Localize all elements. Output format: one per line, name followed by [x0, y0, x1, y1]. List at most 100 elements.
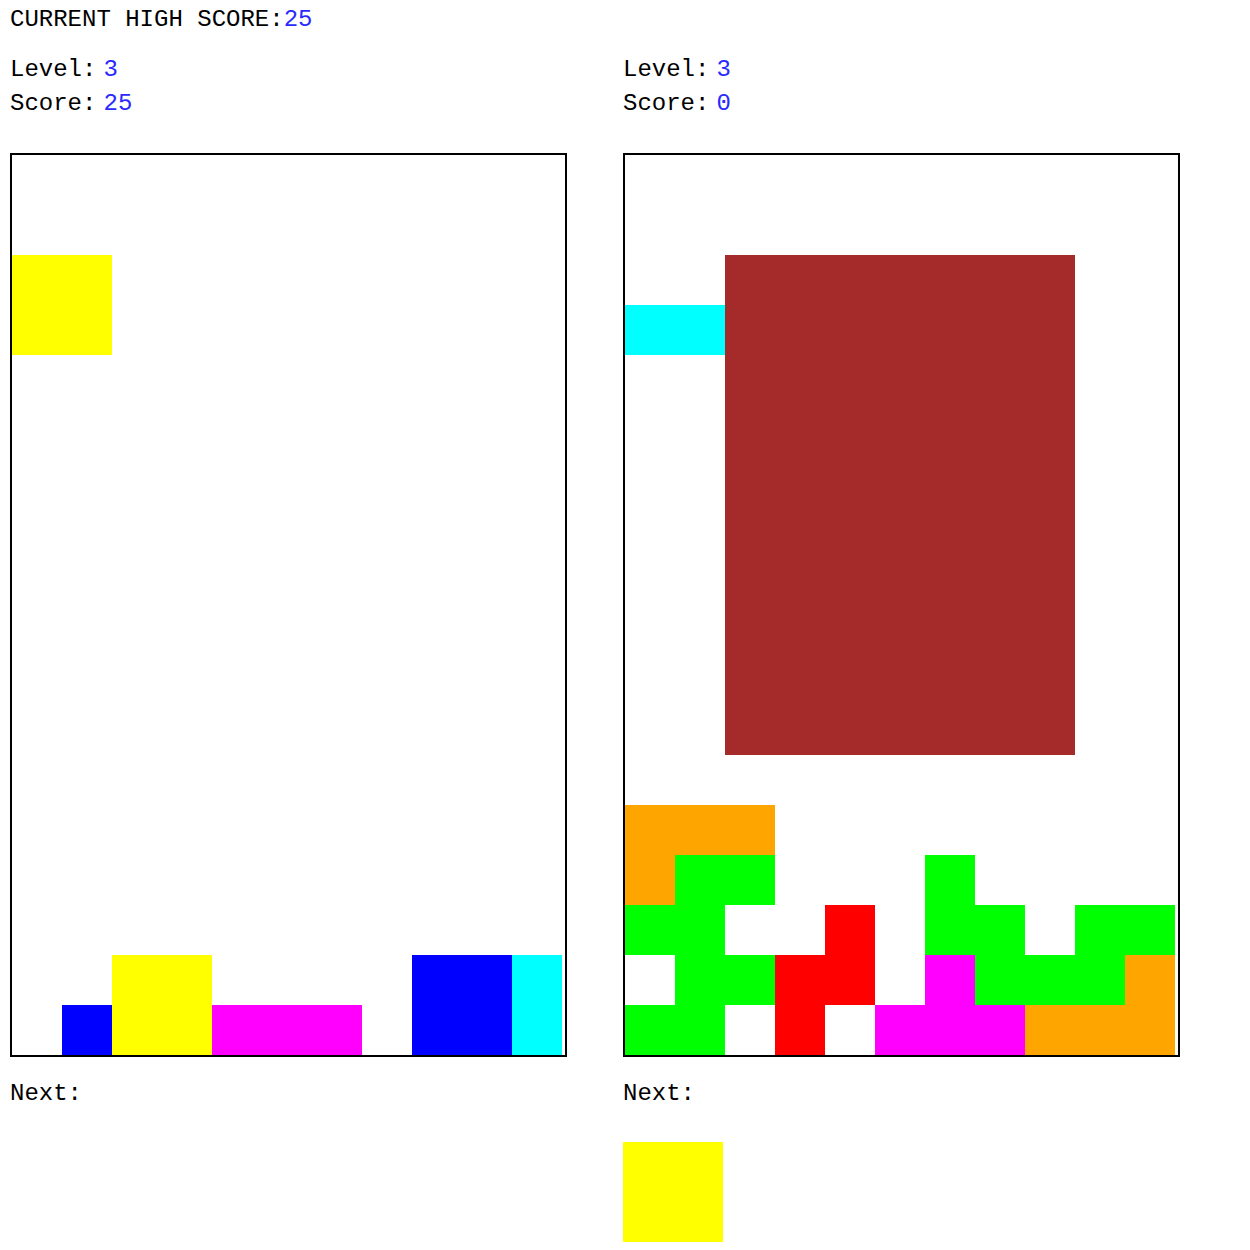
board-cell [775, 1005, 825, 1055]
board-cell [1075, 855, 1125, 905]
board-cell [825, 1005, 875, 1055]
board-cell [975, 855, 1025, 905]
board-cell [362, 755, 412, 805]
level-line: Level:3 [623, 53, 1180, 87]
board-cell [675, 805, 725, 855]
board-cell [62, 355, 112, 405]
board-cell [312, 955, 362, 1005]
board-cell [975, 905, 1025, 955]
board-cell [362, 805, 412, 855]
board-cell [975, 805, 1025, 855]
board-cell [162, 905, 212, 955]
board-cell [212, 305, 262, 355]
board-cell [975, 255, 1025, 305]
board-cell [625, 205, 675, 255]
board-cell [212, 805, 262, 855]
board-cell [62, 905, 112, 955]
board-cell [362, 405, 412, 455]
board-cell [62, 855, 112, 905]
board-cell [62, 305, 112, 355]
board-cell [62, 1005, 112, 1055]
board-cell [725, 755, 775, 805]
board-cell [1125, 1005, 1175, 1055]
high-score: CURRENT HIGH SCORE:25 [10, 5, 1240, 35]
board-cell [412, 855, 462, 905]
board-cell [625, 655, 675, 705]
board-cell [112, 455, 162, 505]
board-cell [1075, 155, 1125, 205]
board-cell [1075, 1005, 1125, 1055]
board-cell [412, 355, 462, 405]
board-cell [112, 855, 162, 905]
game-board[interactable] [623, 153, 1180, 1057]
board-cell [412, 905, 462, 955]
board-cell [112, 605, 162, 655]
next-label: Next: [10, 1079, 567, 1109]
board-cell [462, 355, 512, 405]
board-cell [1025, 405, 1075, 455]
board-cell [412, 505, 462, 555]
board-cell [775, 155, 825, 205]
board-cell [512, 755, 562, 805]
board-cell [362, 855, 412, 905]
board-cell [725, 155, 775, 205]
board-cell [112, 705, 162, 755]
board-cell [62, 755, 112, 805]
board-cell [512, 455, 562, 505]
board-cell [262, 455, 312, 505]
board-cell [975, 505, 1025, 555]
board-cell [725, 605, 775, 655]
board-cell [262, 155, 312, 205]
board-cell [1025, 455, 1075, 505]
board-cell [725, 405, 775, 455]
board-cell [512, 705, 562, 755]
board-cell [162, 855, 212, 905]
board-cell [1025, 805, 1075, 855]
board-cell [12, 605, 62, 655]
board-cell [362, 505, 412, 555]
board-cell [825, 705, 875, 755]
board-cell [925, 755, 975, 805]
board-cell [62, 405, 112, 455]
board-cell [162, 455, 212, 505]
board-cell [975, 205, 1025, 255]
board-cell [12, 855, 62, 905]
board-cell [625, 505, 675, 555]
board-cell [12, 155, 62, 205]
board-cell [212, 605, 262, 655]
board-cell [775, 255, 825, 305]
board-cell [62, 705, 112, 755]
board-cell [262, 305, 312, 355]
board-cell [212, 205, 262, 255]
board-cell [12, 355, 62, 405]
board-cell [162, 305, 212, 355]
board-cell [1125, 905, 1175, 955]
board-cell [62, 555, 112, 605]
board-cell [412, 455, 462, 505]
board-cell [362, 605, 412, 655]
board-cell [512, 255, 562, 305]
board-cell [112, 655, 162, 705]
board-cell [412, 655, 462, 705]
board-cell [725, 955, 775, 1005]
board-cell [925, 305, 975, 355]
board-cell [12, 705, 62, 755]
board-cell [262, 205, 312, 255]
board-cell [975, 1005, 1025, 1055]
board-cell [262, 855, 312, 905]
board-cell [62, 655, 112, 705]
board-cell [1075, 605, 1125, 655]
board-cell [462, 455, 512, 505]
game-board[interactable] [10, 153, 567, 1057]
board-cell [112, 755, 162, 805]
board-cell [312, 855, 362, 905]
board-cell [512, 355, 562, 405]
board-cell [212, 755, 262, 805]
board-cell [462, 755, 512, 805]
board-cell [1125, 805, 1175, 855]
board-cell [775, 905, 825, 955]
board-cell [112, 905, 162, 955]
board-cell [12, 905, 62, 955]
board-cell [1075, 655, 1125, 705]
board-cell [925, 855, 975, 905]
